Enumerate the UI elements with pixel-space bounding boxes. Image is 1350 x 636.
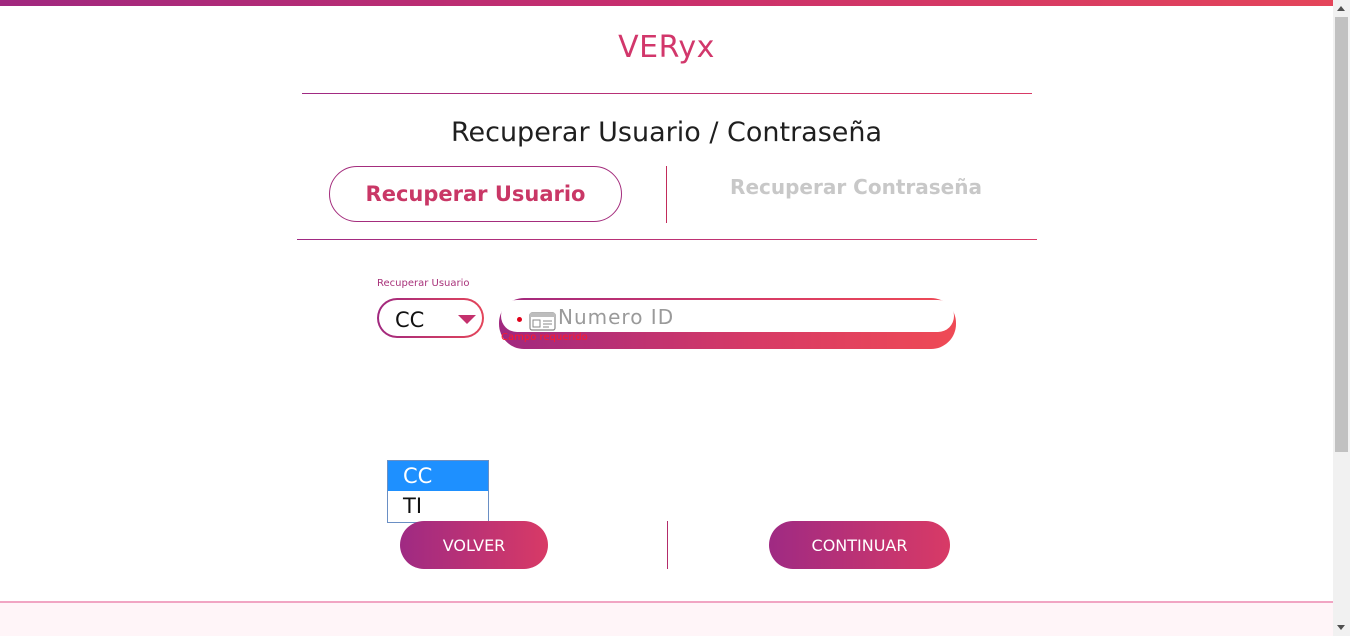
id-field-container: Campo requerido [499,298,956,349]
continue-button[interactable]: CONTINUAR [769,521,950,569]
tab-recover-user[interactable]: Recuperar Usuario [329,166,622,222]
scroll-down-arrow-icon[interactable] [1337,625,1345,630]
required-dot [517,317,522,322]
id-number-input[interactable] [556,304,940,330]
form-label: Recuperar Usuario [377,278,470,289]
id-field-box [501,300,954,332]
tab-divider [666,166,667,223]
back-button[interactable]: VOLVER [400,521,548,569]
scroll-up-arrow-icon[interactable] [1337,6,1345,11]
option-ti[interactable]: TI [388,491,488,521]
id-card-icon [529,312,556,331]
vertical-scrollbar[interactable] [1333,0,1350,636]
button-divider [667,521,668,569]
option-cc[interactable]: CC [388,461,488,491]
chevron-down-icon [458,315,476,324]
page-title: Recuperar Usuario / Contraseña [450,117,883,148]
doc-type-select[interactable]: CC [377,298,484,338]
scrollbar-thumb[interactable] [1335,17,1348,452]
doc-type-select-inner: CC [379,300,482,336]
tabs-divider [297,239,1037,240]
brand-logo: VERyx [618,30,715,65]
header-divider [302,93,1032,94]
footer [0,601,1333,636]
top-accent-bar [0,0,1333,6]
required-error: Campo requerido [501,332,588,343]
doc-type-dropdown[interactable]: CC TI [387,460,489,523]
doc-type-value: CC [395,308,425,332]
tab-recover-password[interactable]: Recuperar Contraseña [700,175,1012,199]
